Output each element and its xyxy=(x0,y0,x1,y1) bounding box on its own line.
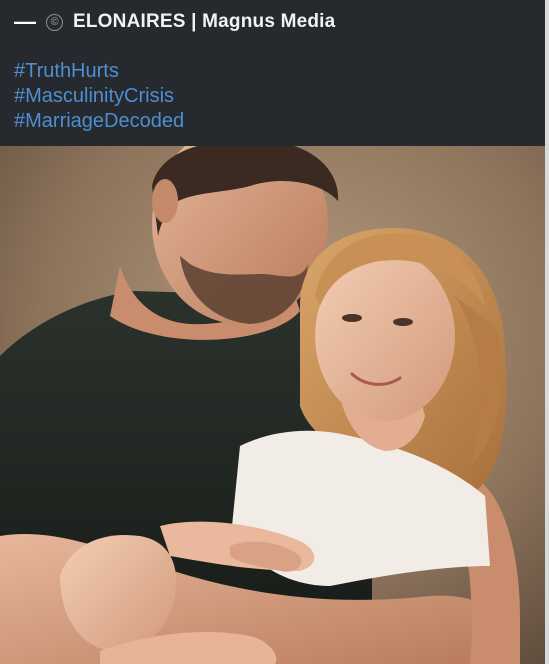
post-title-row: — © ELONAIRES | Magnus Media xyxy=(14,8,335,36)
hashtag-link-truthhurts[interactable]: #TruthHurts xyxy=(14,60,119,82)
post-photo[interactable] xyxy=(0,146,549,664)
hashtag-item: #MarriageDecoded xyxy=(14,109,184,134)
scrollbar-strip[interactable] xyxy=(545,0,549,664)
post-header: — © ELONAIRES | Magnus Media #TruthHurts… xyxy=(0,0,549,146)
hashtag-item: #TruthHurts xyxy=(14,59,184,84)
hashtag-link-masculinitycrisis[interactable]: #MasculinityCrisis xyxy=(14,85,174,107)
copyright-icon: © xyxy=(46,13,63,31)
hashtag-link-marriagedecoded[interactable]: #MarriageDecoded xyxy=(14,110,184,132)
dash-icon: — xyxy=(14,9,36,34)
channel-name[interactable]: ELONAIRES | Magnus Media xyxy=(73,11,335,33)
hashtag-item: #MasculinityCrisis xyxy=(14,84,184,109)
post-card: — © ELONAIRES | Magnus Media #TruthHurts… xyxy=(0,0,549,664)
hashtag-list: #TruthHurts #MasculinityCrisis #Marriage… xyxy=(14,59,184,134)
